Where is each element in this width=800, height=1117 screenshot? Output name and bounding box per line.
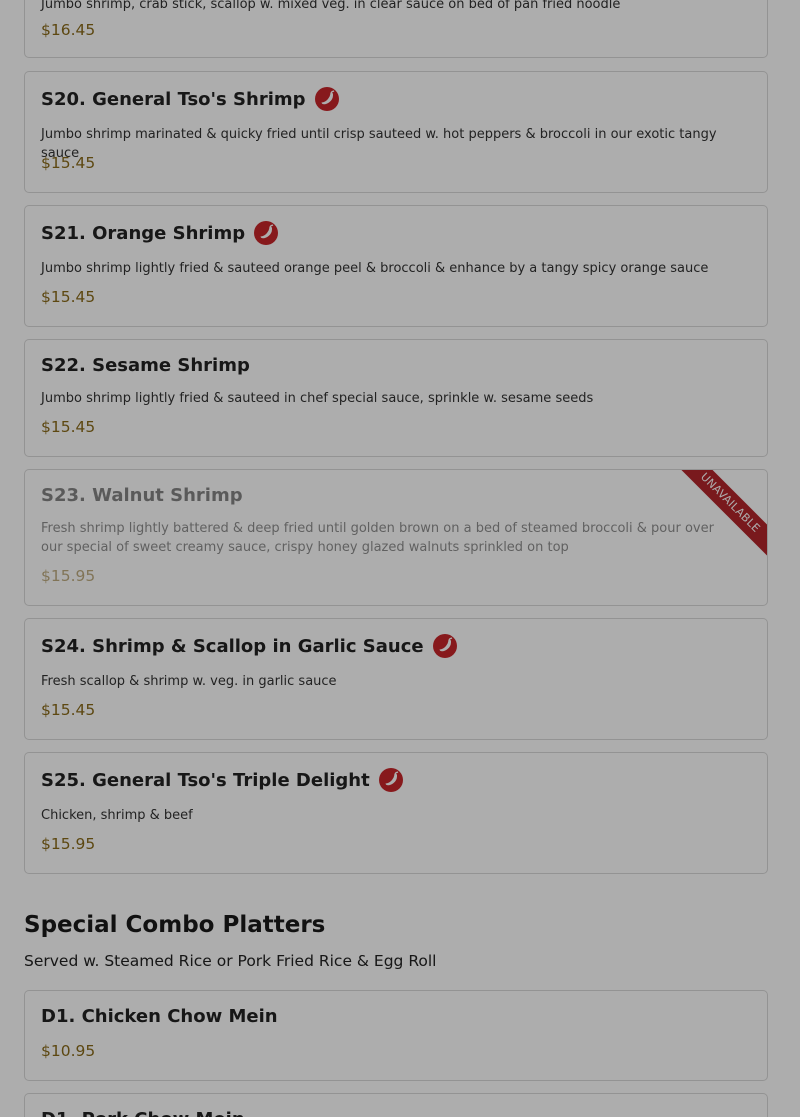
section-title: Special Combo Platters bbox=[24, 912, 326, 938]
item-price: $15.95 bbox=[41, 835, 96, 853]
item-title: S22. Sesame Shrimp bbox=[41, 355, 250, 376]
item-description: Fresh scallop & shrimp w. veg. in garlic… bbox=[41, 674, 337, 689]
menu-item-card-unavailable[interactable]: S23. Walnut Shrimp Fresh shrimp lightly … bbox=[24, 469, 768, 606]
menu-item-card[interactable]: D1. Pork Chow Mein bbox=[24, 1093, 768, 1117]
chili-pepper-icon bbox=[254, 221, 279, 245]
item-description: Chicken, shrimp & beef bbox=[41, 808, 193, 823]
item-price: $15.95 bbox=[41, 567, 96, 585]
item-title: S24. Shrimp & Scallop in Garlic Sauce bbox=[41, 634, 457, 658]
item-description: Jumbo shrimp lightly fried & sauteed ora… bbox=[41, 261, 709, 276]
item-price: $15.45 bbox=[41, 154, 96, 172]
chili-pepper-icon bbox=[432, 634, 457, 658]
menu-item-card[interactable]: S20. General Tso's Shrimp Jumbo shrimp m… bbox=[24, 71, 768, 193]
item-description: Jumbo shrimp, crab stick, scallop w. mix… bbox=[41, 0, 621, 12]
item-title: D1. Chicken Chow Mein bbox=[41, 1006, 278, 1027]
chili-pepper-icon bbox=[378, 768, 403, 792]
menu-item-card[interactable]: S22. Sesame Shrimp Jumbo shrimp lightly … bbox=[24, 339, 768, 457]
chili-pepper-icon bbox=[314, 87, 339, 111]
item-title: S23. Walnut Shrimp bbox=[41, 485, 243, 506]
section-subtitle: Served w. Steamed Rice or Pork Fried Ric… bbox=[24, 952, 437, 970]
item-price: $15.45 bbox=[41, 701, 96, 719]
item-price: $16.45 bbox=[41, 21, 96, 39]
menu-item-card[interactable]: S24. Shrimp & Scallop in Garlic Sauce Fr… bbox=[24, 618, 768, 740]
menu-item-card[interactable]: S21. Orange Shrimp Jumbo shrimp lightly … bbox=[24, 205, 768, 327]
menu-item-card[interactable]: D1. Chicken Chow Mein $10.95 bbox=[24, 990, 768, 1081]
unavailable-ribbon: Unavailable bbox=[671, 470, 767, 566]
item-title: D1. Pork Chow Mein bbox=[41, 1109, 245, 1117]
ribbon-label: Unavailable bbox=[671, 470, 767, 564]
item-title: S20. General Tso's Shrimp bbox=[41, 87, 339, 111]
item-price: $15.45 bbox=[41, 418, 96, 436]
menu-item-card[interactable]: Jumbo shrimp, crab stick, scallop w. mix… bbox=[24, 0, 768, 58]
item-title: S21. Orange Shrimp bbox=[41, 221, 279, 245]
item-description: Jumbo shrimp lightly fried & sauteed in … bbox=[41, 391, 594, 406]
item-description: Fresh shrimp lightly battered & deep fri… bbox=[41, 521, 714, 555]
menu-item-card[interactable]: S25. General Tso's Triple Delight Chicke… bbox=[24, 752, 768, 874]
item-price: $10.95 bbox=[41, 1042, 96, 1060]
item-title: S25. General Tso's Triple Delight bbox=[41, 768, 403, 792]
item-price: $15.45 bbox=[41, 288, 96, 306]
item-description: Jumbo shrimp marinated & quicky fried un… bbox=[41, 127, 717, 161]
